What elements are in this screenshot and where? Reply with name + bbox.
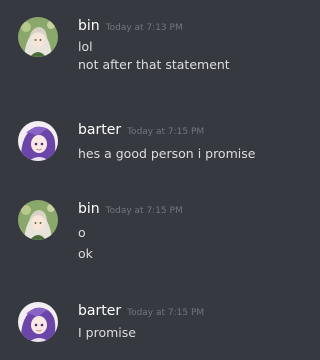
message-text: ok [78,246,93,261]
message-group: barter Today at 7:15 PM I promise [0,302,283,352]
author-name[interactable]: bin [78,201,100,217]
message-timestamp: Today at 7:15 PM [127,308,205,318]
chat-log: bin Today at 7:13 PM lol not after that s… [0,0,283,360]
user-avatar[interactable] [18,200,58,240]
author-name[interactable]: bin [78,18,100,34]
message-timestamp: Today at 7:13 PM [105,23,183,33]
message-text: o [78,225,86,240]
message-group: bin Today at 7:13 PM lol not after that s… [0,17,283,87]
anime-girl-purple-hair-avatar-icon [18,302,58,342]
anime-girl-avatar-icon [18,17,58,57]
message-author[interactable]: barter Today at 7:15 PM [78,302,204,322]
message-text: lol [78,39,93,54]
user-avatar[interactable] [18,17,58,57]
message-timestamp: Today at 7:15 PM [105,206,183,216]
message-text: not after that statement [78,57,230,72]
message-timestamp: Today at 7:15 PM [127,127,205,137]
message-text: I promise [78,325,136,340]
author-name[interactable]: barter [78,303,121,319]
message-text: hes a good person i promise [78,146,256,161]
message-author[interactable]: bin Today at 7:13 PM [78,17,183,37]
message-group: bin Today at 7:15 PM o ok [0,200,283,270]
message-group: barter Today at 7:15 PM hes a good person… [0,121,283,171]
author-name[interactable]: barter [78,122,121,138]
user-avatar[interactable] [18,121,58,161]
anime-girl-purple-hair-avatar-icon [18,121,58,161]
message-author[interactable]: barter Today at 7:15 PM [78,121,204,141]
user-avatar[interactable] [18,302,58,342]
message-author[interactable]: bin Today at 7:15 PM [78,200,183,220]
anime-girl-avatar-icon [18,200,58,240]
